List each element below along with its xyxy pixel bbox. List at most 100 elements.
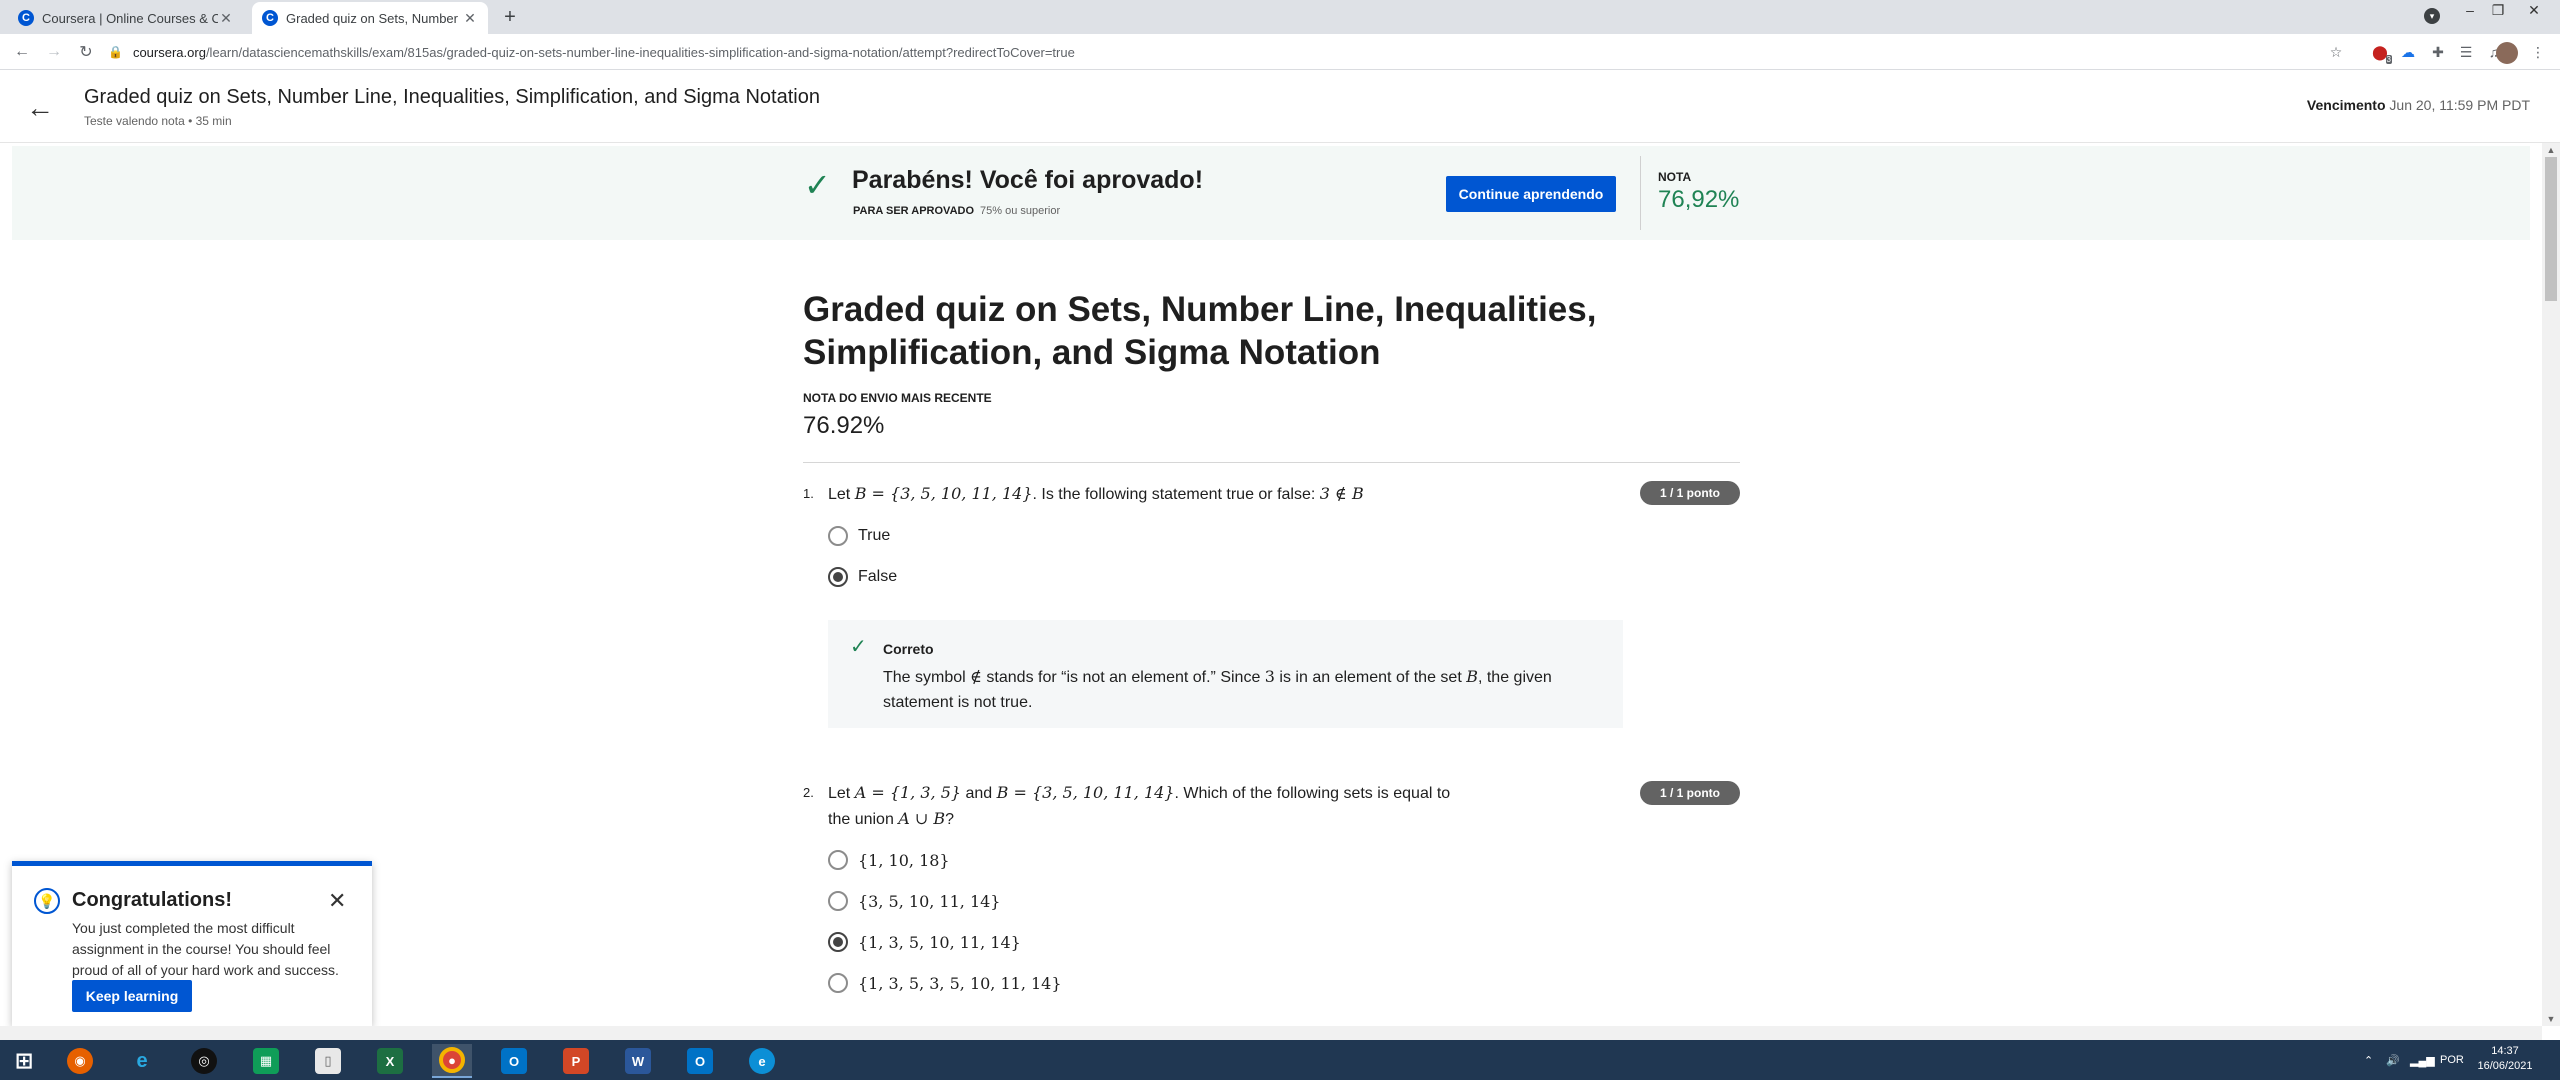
outlook-icon[interactable]: O [494,1044,534,1078]
radio-unchecked-icon[interactable] [828,850,848,870]
browser-toolbar: ← → ↻ 🔒 coursera.org/learn/datasciencema… [0,34,2560,70]
clock-date: 16/06/2021 [2477,1060,2533,1072]
reload-icon[interactable]: ↻ [74,40,98,64]
question-text-part: Let [828,486,855,503]
question-text-part: and [961,785,997,802]
forward-icon[interactable]: → [42,40,66,64]
word-icon[interactable]: W [618,1044,658,1078]
pass-title: Parabéns! Você foi aprovado! [852,166,1204,194]
back-arrow-icon[interactable]: ← [26,92,54,124]
language-indicator[interactable]: POR [2440,1040,2464,1080]
feedback-text: The symbol ∉ stands for “is not an eleme… [883,664,1603,715]
menu-kebab-icon[interactable]: ⋮ [2528,42,2548,62]
grade-value: 76,92% [1658,186,1740,213]
quiz-header-subtitle: Teste valendo nota • 35 min [84,114,232,128]
toast-title: Congratulations! [72,889,232,911]
grade-label: NOTA [1658,170,1692,184]
extensions-puzzle-icon[interactable]: ✚ [2428,42,2448,62]
question-text-part: Let [828,785,855,802]
question-text-part: . Is the following statement true or fal… [1032,486,1320,503]
close-icon[interactable]: ✕ [462,10,478,27]
score-pill: 1 / 1 ponto [1640,481,1740,505]
extension-badge-icon[interactable]: ⬤ 3 [2370,42,2392,64]
outlook-2-icon[interactable]: O [680,1044,720,1078]
pass-label: PARA SER APROVADO [853,205,975,217]
tab-search-icon[interactable]: ▾ [2424,8,2440,24]
powerpoint-icon[interactable]: P [556,1044,596,1078]
reading-list-icon[interactable]: ☰ [2456,42,2476,62]
windows-start-icon[interactable]: ⊞ [4,1044,44,1078]
close-icon[interactable]: ✕ [218,10,234,27]
option-label: {3, 5, 10, 11, 14} [858,891,1001,911]
new-tab-button[interactable]: + [498,6,522,29]
due-label: Vencimento [2306,97,2386,113]
feedback-correct: ✓ Correto The symbol ∉ stands for “is no… [828,620,1623,728]
restore-icon[interactable]: ❐ [2480,2,2516,19]
back-icon[interactable]: ← [10,40,34,64]
coursera-favicon-icon: C [18,10,34,26]
scroll-thumb[interactable] [2545,157,2557,301]
extension-badge-count: 3 [2385,55,2392,64]
option-label: {1, 10, 18} [858,850,950,870]
option-c[interactable]: {1, 3, 5, 10, 11, 14} [828,932,1021,952]
feedback-label: Correto [883,641,934,657]
pass-banner: ✓ Parabéns! Você foi aprovado! PARA SER … [12,146,2530,240]
obs-icon[interactable]: ◎ [184,1044,224,1078]
firefox-icon[interactable]: ◉ [60,1044,100,1078]
internet-explorer-icon[interactable]: e [122,1044,162,1078]
window-close-icon[interactable]: ✕ [2516,2,2552,19]
option-b[interactable]: {3, 5, 10, 11, 14} [828,891,1000,911]
network-icon[interactable]: ▂▄▆ [2410,1040,2435,1080]
radio-unchecked-icon[interactable] [828,891,848,911]
radio-unchecked-icon[interactable] [828,526,848,546]
option-d[interactable]: {1, 3, 5, 3, 5, 10, 11, 14} [828,973,1062,993]
cloud-extension-icon[interactable]: ☁ [2398,42,2418,62]
toast-body: You just completed the most difficult as… [72,920,339,978]
bookmark-star-icon[interactable]: ☆ [2326,42,2346,62]
volume-icon[interactable]: 🔊 [2386,1040,2400,1080]
url-path: /learn/datasciencemathskills/exam/815as/… [205,44,1075,60]
chrome-icon[interactable]: ● [432,1044,472,1078]
option-true[interactable]: True [828,526,890,546]
question-math: A = {1, 3, 5} [854,783,962,802]
excel-icon[interactable]: X [370,1044,410,1078]
coursera-favicon-icon: C [262,10,278,26]
question-math: B = {3, 5, 10, 11, 14} [996,783,1175,802]
divider [803,462,1740,463]
option-label: {1, 3, 5, 10, 11, 14} [858,932,1021,952]
option-a[interactable]: {1, 10, 18} [828,850,950,870]
keep-learning-button[interactable]: Keep learning [72,980,192,1012]
tray-chevron-icon[interactable]: ⌃ [2364,1040,2373,1080]
clock[interactable]: 14:37 16/06/2021 [2470,1044,2540,1074]
radio-checked-icon[interactable] [828,932,848,952]
address-bar[interactable]: 🔒 coursera.org/learn/datasciencemathskil… [108,39,2338,65]
option-label: {1, 3, 5, 3, 5, 10, 11, 14} [858,973,1062,993]
close-icon[interactable]: ✕ [328,888,346,914]
profile-avatar-icon[interactable] [2496,42,2518,64]
radio-checked-icon[interactable] [828,567,848,587]
question-math: 3 ∉ B [1319,484,1364,503]
windows-taskbar: ⊞ ◉ e ◎ ▦ ▯ X ● O P W O e ⌃ 🔊 ▂▄▆ POR 14… [0,1040,2560,1080]
edge-icon[interactable]: e [742,1044,782,1078]
scroll-up-icon[interactable]: ▲ [2542,145,2560,155]
clock-time: 14:37 [2491,1045,2519,1057]
checkmark-icon: ✓ [804,167,831,203]
scroll-down-icon[interactable]: ▼ [2542,1014,2560,1024]
lightbulb-icon: 💡 [34,888,60,914]
sheets-icon[interactable]: ▦ [246,1044,286,1078]
radio-unchecked-icon[interactable] [828,973,848,993]
tab-coursera-home[interactable]: C Coursera | Online Courses & Credential… [8,2,244,34]
horizontal-scrollbar[interactable] [0,1026,2542,1040]
pass-value: 75% ou superior [980,205,1061,217]
checkmark-icon: ✓ [850,636,867,658]
feedback-math: B [1466,667,1478,686]
vertical-scrollbar[interactable]: ▲ ▼ [2542,143,2560,1026]
file-icon[interactable]: ▯ [308,1044,348,1078]
option-false[interactable]: False [828,567,897,587]
option-label: False [858,568,898,585]
continue-learning-button[interactable]: Continue aprendendo [1446,176,1616,212]
feedback-text-part: is in an element of the set [1274,669,1467,686]
tab-graded-quiz[interactable]: C Graded quiz on Sets, Number Line, Ineq… [252,2,488,34]
question-2-text: Let A = {1, 3, 5} and B = {3, 5, 10, 11,… [828,780,1458,832]
congratulations-toast: 💡 Congratulations! ✕ You just completed … [12,861,372,1026]
